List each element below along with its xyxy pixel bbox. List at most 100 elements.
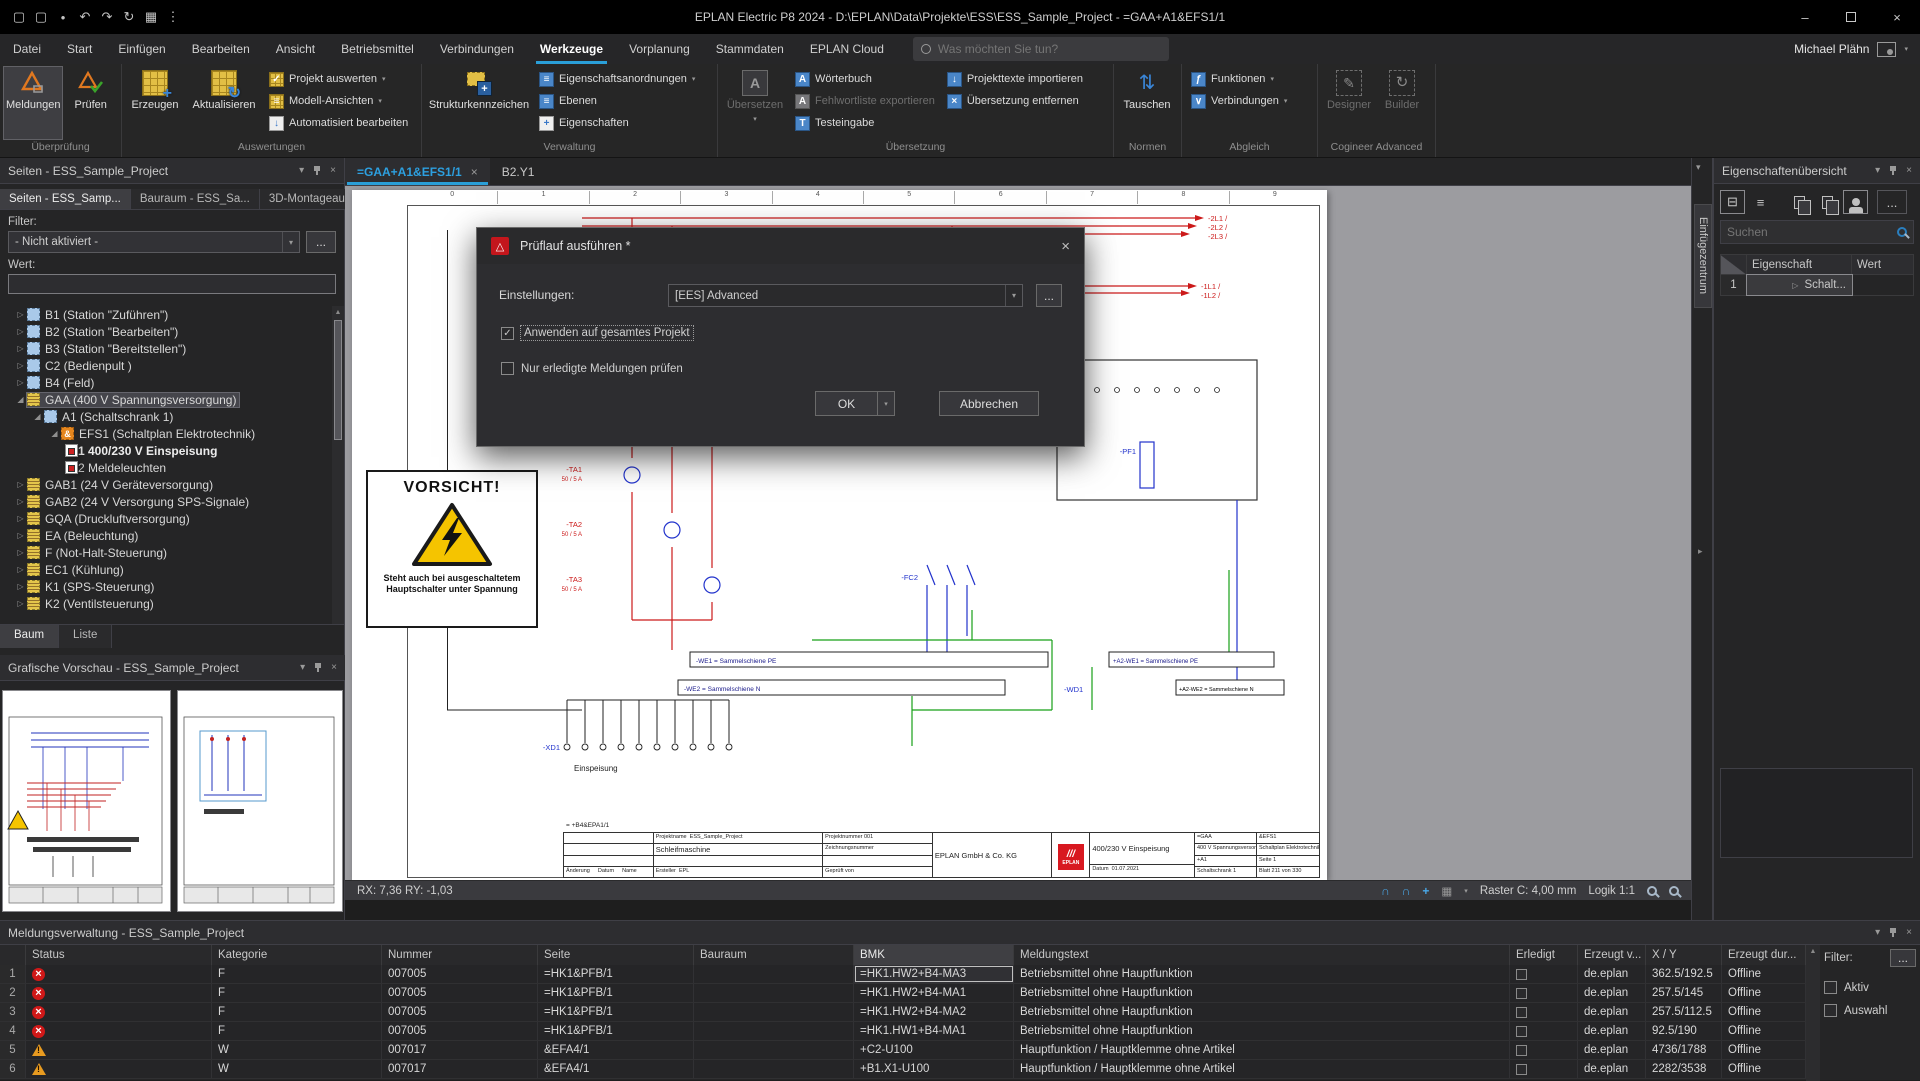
modell-ansichten-button[interactable]: Modell-Ansichten ▾: [264, 90, 413, 112]
filter-browse-button[interactable]: ...: [306, 231, 336, 253]
tree-item-ea[interactable]: ▷EA (Beleuchtung): [0, 527, 345, 544]
tree-item-b2[interactable]: ▷B2 (Station "Bearbeiten"): [0, 323, 345, 340]
tree-item-b1[interactable]: ▷B1 (Station "Zuführen"): [0, 306, 345, 323]
restore-button[interactable]: [1828, 0, 1874, 34]
expand-icon[interactable]: ◢: [31, 412, 44, 421]
tab-seiten[interactable]: Seiten - ESS_Samp...: [0, 189, 131, 209]
panel-close-icon[interactable]: ×: [1906, 927, 1912, 938]
cancel-button[interactable]: Abbrechen: [939, 391, 1039, 416]
only-done-checkbox[interactable]: [501, 362, 514, 375]
dialog-close-icon[interactable]: ×: [1061, 238, 1070, 255]
tab-start[interactable]: Start: [54, 34, 105, 64]
only-done-label[interactable]: Nur erledigte Meldungen prüfen: [521, 363, 683, 375]
expand-right-icon[interactable]: ▸: [1698, 546, 1703, 557]
apply-all-label[interactable]: Anwenden auf gesamtes Projekt: [521, 326, 693, 340]
user-account-icon[interactable]: [1877, 42, 1896, 57]
wert-input[interactable]: [8, 274, 336, 294]
aktualisieren-button[interactable]: ↻ Aktualisieren: [186, 67, 262, 139]
tab-eplan-cloud[interactable]: EPLAN Cloud: [797, 34, 897, 64]
message-row-4[interactable]: 4 F 007005 =HK1&PFB/1 =HK1.HW1+B4-MA1 Be…: [0, 1022, 1806, 1041]
panel-close-icon[interactable]: ×: [331, 662, 337, 673]
tree-item-c2[interactable]: ▷C2 (Bedienpult ): [0, 357, 345, 374]
uebersetzung-entfernen-button[interactable]: Übersetzung entfernen: [942, 90, 1088, 112]
projekt-auswerten-button[interactable]: Projekt auswerten ▾: [264, 68, 413, 90]
expand-icon[interactable]: ◢: [14, 395, 27, 404]
panel-dropdown-icon[interactable]: ▾: [1875, 927, 1880, 938]
tab-bauraum[interactable]: Bauraum - ESS_Sa...: [131, 189, 260, 209]
properties-search-input[interactable]: [1727, 225, 1897, 239]
insert-center-tab[interactable]: Einfügezentrum: [1694, 204, 1712, 308]
tree-item-gab2[interactable]: ▷GAB2 (24 V Versorgung SPS-Signale): [0, 493, 345, 510]
column-xy[interactable]: X / Y: [1646, 945, 1722, 965]
qat-menu-icon[interactable]: ⋮: [163, 7, 183, 27]
scroll-up-icon[interactable]: ▲: [332, 306, 344, 318]
column-wert[interactable]: Wert: [1852, 255, 1913, 274]
tree-item-ec1[interactable]: ▷EC1 (Kühlung): [0, 561, 345, 578]
repeat-icon[interactable]: ↻: [119, 7, 139, 27]
tree-item-page-2[interactable]: 2 Meldeleuchten: [0, 459, 345, 476]
expand-icon[interactable]: ▷: [14, 531, 27, 540]
column-erzeugt-durch[interactable]: Erzeugt dur...: [1722, 945, 1806, 965]
expand-icon[interactable]: ▷: [14, 548, 27, 557]
meldungen-button[interactable]: Meldungen: [4, 67, 62, 139]
preview-thumbnail-2[interactable]: [177, 690, 343, 912]
panel-close-icon[interactable]: ×: [330, 165, 336, 176]
settings-browse-button[interactable]: ...: [1036, 284, 1062, 307]
apply-all-checkbox[interactable]: ✓: [501, 327, 514, 340]
testeingabe-button[interactable]: Testeingabe: [790, 112, 940, 134]
tree-item-k2[interactable]: ▷K2 (Ventilsteuerung): [0, 595, 345, 612]
erledigt-checkbox[interactable]: [1516, 1007, 1527, 1018]
preview-thumbnail-1[interactable]: [2, 690, 171, 912]
tab-ansicht[interactable]: Ansicht: [263, 34, 328, 64]
tree-item-k1[interactable]: ▷K1 (SPS-Steuerung): [0, 578, 345, 595]
pruefen-button[interactable]: Prüfen: [64, 67, 117, 139]
tab-close-icon[interactable]: ×: [471, 165, 478, 179]
record-dot-icon[interactable]: •: [53, 7, 73, 27]
panel-dropdown-icon[interactable]: ▾: [1875, 165, 1880, 176]
tab-bearbeiten[interactable]: Bearbeiten: [179, 34, 263, 64]
more-button[interactable]: ...: [1877, 190, 1907, 214]
column-kategorie[interactable]: Kategorie: [212, 945, 382, 965]
erledigt-checkbox[interactable]: [1516, 1064, 1527, 1075]
expand-icon[interactable]: ▷: [14, 514, 27, 523]
tree-item-a1[interactable]: ◢A1 (Schaltschrank 1): [0, 408, 345, 425]
zoom-in-icon[interactable]: [1669, 886, 1679, 896]
snap-alt-icon[interactable]: ∩: [1402, 884, 1411, 898]
expand-icon[interactable]: ▷: [14, 378, 27, 387]
tree-item-gab1[interactable]: ▷GAB1 (24 V Geräteversorgung): [0, 476, 345, 493]
column-status[interactable]: Status: [26, 945, 212, 965]
aktiv-checkbox[interactable]: [1824, 981, 1837, 994]
tree-item-b4[interactable]: ▷B4 (Feld): [0, 374, 345, 391]
scroll-up-icon[interactable]: ▲: [1806, 945, 1820, 955]
tab-verbindungen[interactable]: Verbindungen: [427, 34, 527, 64]
expand-icon[interactable]: ▷: [14, 582, 27, 591]
pin-icon[interactable]: [1889, 166, 1897, 176]
expand-icon[interactable]: ▷: [14, 565, 27, 574]
tab-betriebsmittel[interactable]: Betriebsmittel: [328, 34, 427, 64]
editor-tab-active[interactable]: =GAA+A1&EFS1/1 ×: [345, 158, 490, 185]
zoom-out-icon[interactable]: [1647, 886, 1657, 896]
tell-me-input[interactable]: [938, 42, 1161, 56]
strukturkennzeichen-button[interactable]: Strukturkennzeichen: [426, 67, 532, 139]
filter-combobox[interactable]: - Nicht aktiviert - ▾: [8, 231, 300, 253]
grid-icon[interactable]: ▦: [1441, 884, 1452, 898]
ok-button[interactable]: OK: [815, 391, 877, 416]
new-page-icon[interactable]: ▢: [31, 7, 51, 27]
editor-tab-b2y1[interactable]: B2.Y1: [490, 158, 547, 185]
tree-view-button[interactable]: ⊟: [1720, 190, 1745, 214]
value-cell[interactable]: [1852, 275, 1913, 295]
expand-icon[interactable]: ▷: [14, 480, 27, 489]
fehlwortliste-button[interactable]: Fehlwortliste exportieren: [790, 90, 940, 112]
tree-item-f[interactable]: ▷F (Not-Halt-Steuerung): [0, 544, 345, 561]
expand-icon[interactable]: ▷: [14, 344, 27, 353]
expand-icon[interactable]: ▷: [14, 327, 27, 336]
pin-icon[interactable]: [1889, 928, 1897, 938]
expand-icon[interactable]: ▷: [14, 599, 27, 608]
tab-datei[interactable]: Datei: [0, 34, 54, 64]
message-row-5[interactable]: 5 W 007017 &EFA4/1 +C2-U100 Hauptfunktio…: [0, 1041, 1806, 1060]
uebersetzen-button[interactable]: Übersetzen ▾: [722, 67, 788, 139]
eigenschaftsanordnungen-button[interactable]: Eigenschaftsanordnungen ▾: [534, 68, 700, 90]
grid-corner[interactable]: [1721, 255, 1747, 274]
message-row-2[interactable]: 2 F 007005 =HK1&PFB/1 =HK1.HW2+B4-MA1 Be…: [0, 984, 1806, 1003]
copy-button[interactable]: [1787, 190, 1812, 214]
